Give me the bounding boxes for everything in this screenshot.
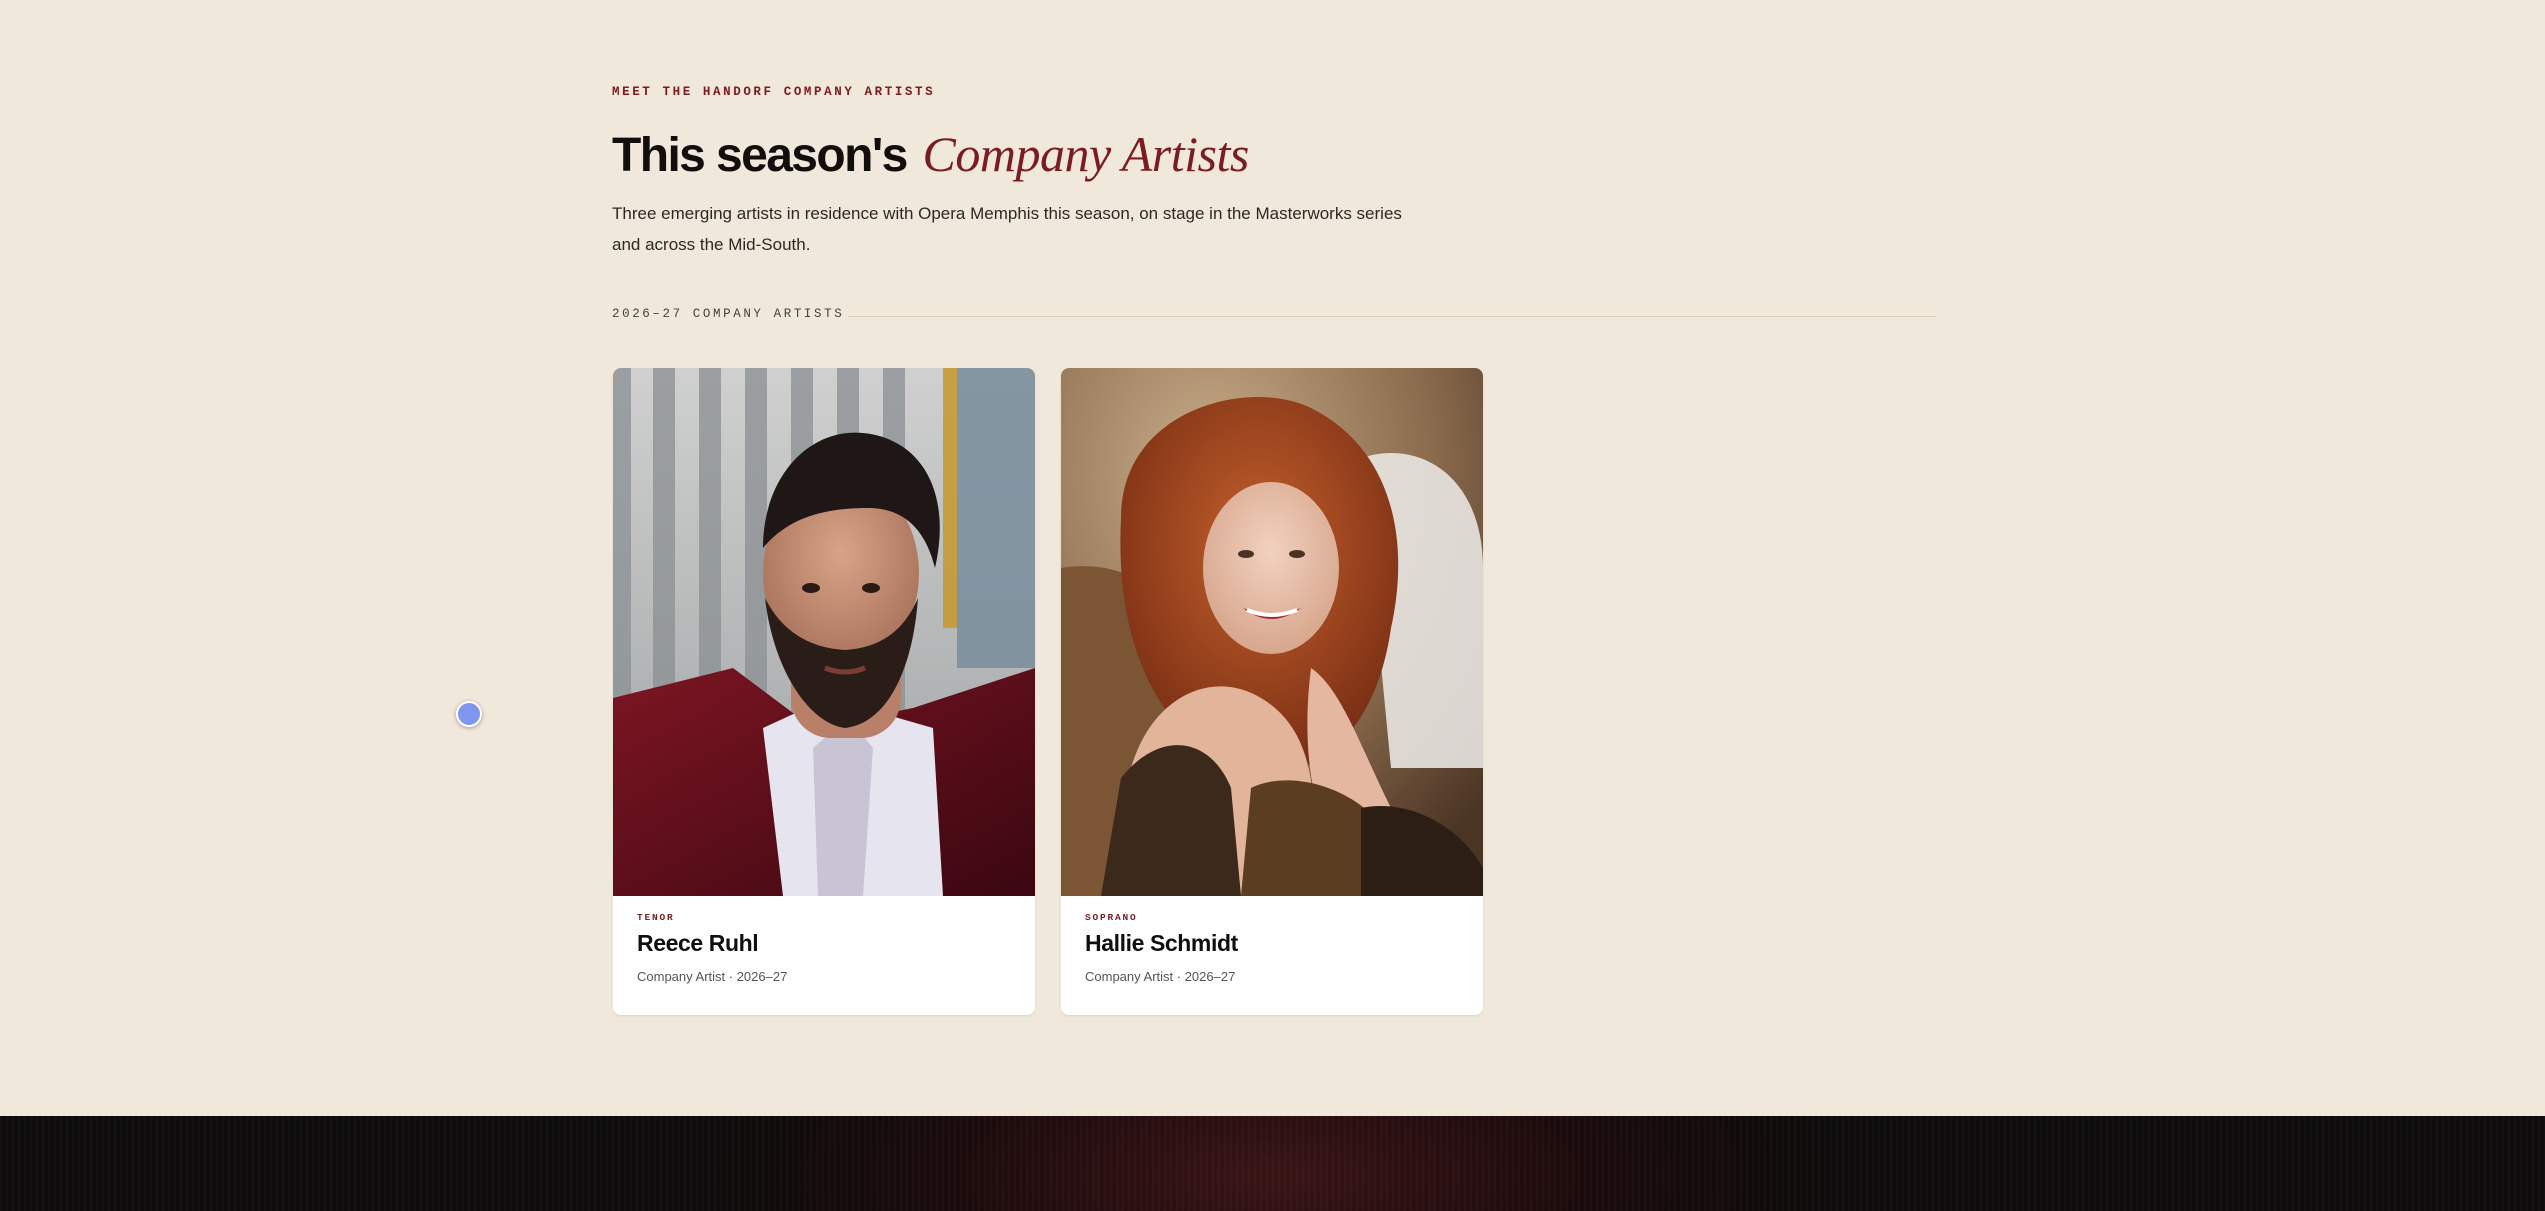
- section-label: 2026–27 COMPANY ARTISTS: [612, 307, 845, 321]
- section-divider: 2026–27 COMPANY ARTISTS: [612, 306, 1936, 326]
- artist-card-reece-ruhl[interactable]: TENOR Reece Ruhl Company Artist · 2026–2…: [613, 368, 1035, 1015]
- cursor-indicator: [456, 701, 482, 727]
- artist-voice-type: TENOR: [637, 912, 675, 923]
- artist-meta: Company Artist · 2026–27: [1085, 969, 1236, 984]
- intro-text: Three emerging artists in residence with…: [612, 204, 1402, 254]
- artist-photo-hallie-schmidt: [1061, 368, 1483, 896]
- page-title-accent: Company Artists: [922, 126, 1250, 182]
- page-title: This season's Company Artists: [612, 124, 1249, 186]
- artist-meta: Company Artist · 2026–27: [637, 969, 788, 984]
- footer-band: [0, 1116, 2545, 1211]
- page-title-main: This season's: [612, 129, 908, 182]
- artist-name[interactable]: Reece Ruhl: [637, 930, 1011, 957]
- artist-voice-type: SOPRANO: [1085, 912, 1138, 923]
- artist-card-body: SOPRANO Hallie Schmidt Company Artist · …: [1085, 912, 1459, 984]
- artist-photo-reece-ruhl: [613, 368, 1035, 896]
- artist-card-hallie-schmidt[interactable]: SOPRANO Hallie Schmidt Company Artist · …: [1061, 368, 1483, 1015]
- artist-card-body: TENOR Reece Ruhl Company Artist · 2026–2…: [637, 912, 1011, 984]
- eyebrow-label: MEET THE HANDORF COMPANY ARTISTS: [612, 85, 936, 99]
- section-rule: [848, 316, 1936, 317]
- artist-name[interactable]: Hallie Schmidt: [1085, 930, 1459, 957]
